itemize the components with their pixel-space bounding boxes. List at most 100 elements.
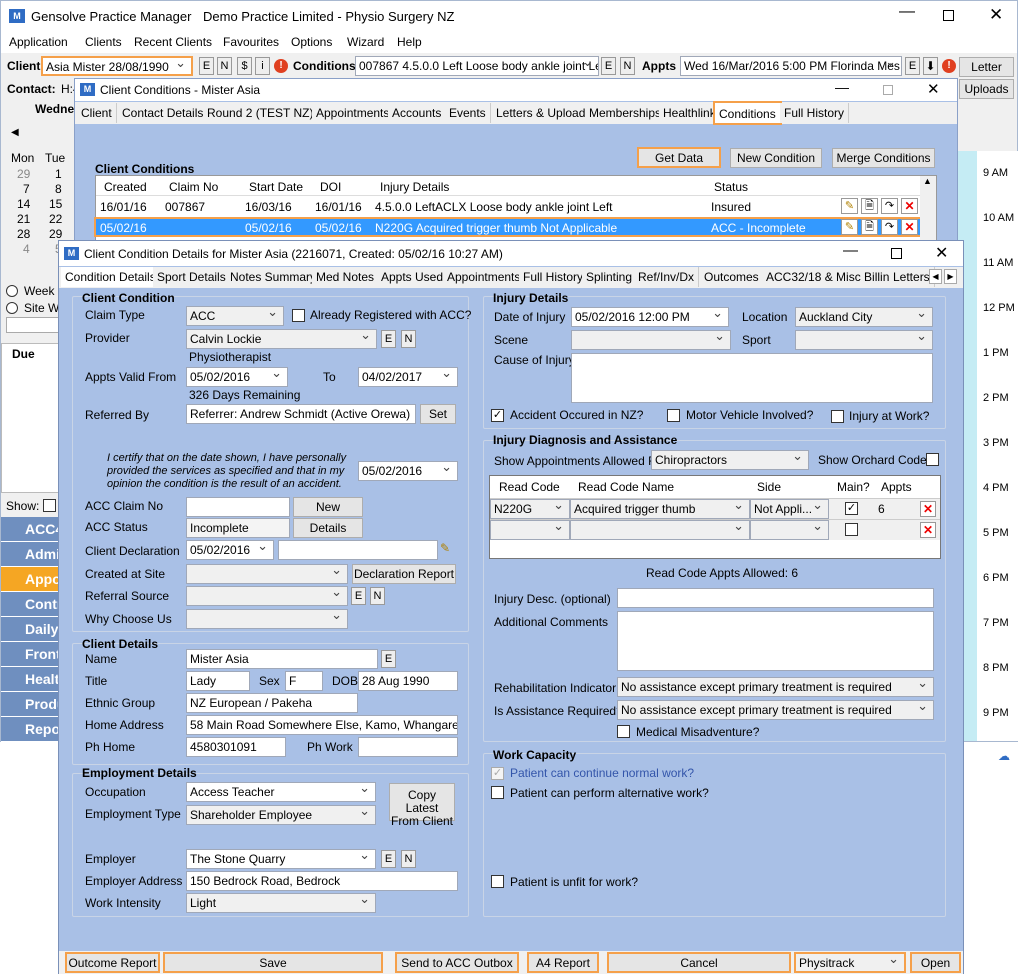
ethnic-group-input[interactable]: NZ European / Pakeha bbox=[186, 693, 358, 713]
appts-select[interactable]: Wed 16/Mar/2016 5:00 PM Florinda Mes bbox=[680, 56, 902, 76]
read-code-select[interactable]: N220G bbox=[490, 499, 570, 519]
acc-claim-no-input[interactable] bbox=[186, 497, 290, 517]
tab-appts-used[interactable]: Appts Used bbox=[377, 267, 449, 287]
conditions-edit-button[interactable]: E bbox=[601, 57, 616, 75]
read-code-name-select[interactable]: Acquired trigger thumb bbox=[570, 499, 750, 519]
sidebar-daily[interactable]: Daily bbox=[1, 617, 59, 642]
sex-input[interactable]: F bbox=[285, 671, 323, 691]
declaration-date[interactable]: 05/02/2016 bbox=[186, 540, 274, 560]
sidebar-admin[interactable]: Admi bbox=[1, 542, 60, 567]
client-select[interactable]: Asia Mister 28/08/1990 bbox=[41, 56, 193, 76]
employer-address-input[interactable]: 150 Bedrock Road, Bedrock bbox=[186, 871, 458, 891]
ph-work-input[interactable] bbox=[358, 737, 458, 757]
tab-notes-summary[interactable]: Notes Summary bbox=[226, 267, 322, 287]
status-details-button[interactable]: Details bbox=[293, 518, 363, 538]
tab-outcomes[interactable]: Outcomes bbox=[700, 267, 764, 287]
menu-recent-clients[interactable]: Recent Clients bbox=[134, 35, 212, 49]
tab-events[interactable]: Events bbox=[445, 103, 491, 123]
close-icon[interactable]: ✕ bbox=[935, 243, 948, 263]
cal-day[interactable]: 14 bbox=[17, 197, 30, 211]
col-injury-details[interactable]: Injury Details bbox=[380, 180, 449, 194]
table-row[interactable]: N220G Acquired trigger thumb Not Appli..… bbox=[490, 498, 940, 519]
sport-select[interactable] bbox=[795, 330, 933, 350]
employment-type-select[interactable]: Shareholder Employee bbox=[186, 805, 376, 825]
col-start-date[interactable]: Start Date bbox=[249, 180, 303, 194]
tab-appointments[interactable]: Appointments bbox=[312, 103, 395, 123]
sidebar-front[interactable]: Front bbox=[1, 642, 61, 667]
cal-day[interactable]: 4 bbox=[23, 242, 30, 256]
side-select[interactable]: Not Appli... bbox=[750, 499, 829, 519]
delete-icon[interactable]: ✕ bbox=[920, 522, 936, 538]
alert-icon[interactable]: ! bbox=[274, 59, 288, 73]
tab-splinting[interactable]: Splinting bbox=[582, 267, 638, 287]
minimize-icon[interactable]: — bbox=[899, 3, 915, 21]
medical-misadventure-checkbox[interactable] bbox=[617, 725, 630, 738]
pencil-icon[interactable]: ✎ bbox=[440, 541, 450, 555]
table-row-selected[interactable]: 05/02/16 05/02/16 05/02/16 N220G Acquire… bbox=[94, 217, 922, 237]
ph-home-input[interactable]: 4580301091 bbox=[186, 737, 286, 757]
sidebar-acc[interactable]: ACC4 bbox=[1, 517, 63, 542]
tab-accounts[interactable]: Accounts bbox=[388, 103, 447, 123]
client-edit-button[interactable]: E bbox=[199, 57, 214, 75]
tab-med-notes[interactable]: Med Notes bbox=[312, 267, 380, 287]
alternative-work-checkbox[interactable] bbox=[491, 786, 504, 799]
save-button[interactable]: Save bbox=[163, 952, 383, 973]
additional-comments-textarea[interactable] bbox=[617, 611, 934, 671]
tab-full-history[interactable]: Full History bbox=[519, 267, 589, 287]
cal-day[interactable]: 7 bbox=[23, 182, 30, 196]
home-address-input[interactable]: 58 Main Road Somewhere Else, Kamo, Whang… bbox=[186, 715, 458, 735]
cal-day[interactable]: 28 bbox=[17, 227, 30, 241]
claim-type-select[interactable]: ACC bbox=[186, 306, 284, 326]
sidebar-appointments[interactable]: Appo bbox=[1, 567, 61, 592]
tab-appointments[interactable]: Appointments bbox=[443, 267, 526, 287]
employer-new-button[interactable]: N bbox=[401, 850, 416, 868]
menu-favourites[interactable]: Favourites bbox=[223, 35, 279, 49]
main-checkbox[interactable] bbox=[845, 523, 858, 536]
redo-icon[interactable]: ↷ bbox=[881, 198, 898, 214]
delete-icon[interactable]: ✕ bbox=[920, 501, 936, 517]
sidebar-contracts[interactable]: Contr bbox=[1, 592, 62, 617]
unfit-for-work-checkbox[interactable] bbox=[491, 875, 504, 888]
client-account-button[interactable]: $ bbox=[237, 57, 252, 75]
close-icon[interactable]: ✕ bbox=[927, 80, 940, 98]
a4-report-button[interactable]: A4 Report bbox=[527, 952, 599, 973]
read-code-select[interactable] bbox=[490, 520, 570, 540]
show-orchard-codes-checkbox[interactable] bbox=[926, 453, 939, 466]
cancel-button[interactable]: Cancel bbox=[607, 952, 791, 973]
maximize-icon[interactable] bbox=[891, 248, 902, 259]
pencil-icon[interactable]: ✎ bbox=[841, 198, 858, 214]
tab-client[interactable]: Client bbox=[77, 103, 117, 123]
valid-to-date[interactable]: 04/02/2017 bbox=[358, 367, 458, 387]
acc-status-input[interactable]: Incomplete bbox=[186, 518, 290, 538]
client-info-button[interactable]: i bbox=[255, 57, 270, 75]
cal-day[interactable]: 15 bbox=[49, 197, 62, 211]
get-data-button[interactable]: Get Data bbox=[637, 147, 721, 168]
table-row[interactable]: ✕ bbox=[490, 519, 940, 540]
motor-vehicle-checkbox[interactable] bbox=[667, 409, 680, 422]
new-condition-button[interactable]: New Condition bbox=[730, 148, 822, 168]
conditions-new-button[interactable]: N bbox=[620, 57, 635, 75]
created-at-site-select[interactable] bbox=[186, 564, 348, 584]
week-radio[interactable] bbox=[6, 285, 18, 297]
name-edit-button[interactable]: E bbox=[381, 650, 396, 668]
document-icon[interactable]: 🗎 bbox=[861, 219, 878, 235]
valid-from-date[interactable]: 05/02/2016 bbox=[186, 367, 288, 387]
maximize-icon[interactable] bbox=[883, 85, 893, 95]
filter-input[interactable] bbox=[6, 317, 66, 333]
referred-by-input[interactable]: Referrer: Andrew Schmidt (Active Orewa) bbox=[186, 404, 416, 424]
minimize-icon[interactable]: — bbox=[835, 79, 849, 95]
copy-latest-from-client-button[interactable]: Copy Latest From Client bbox=[389, 783, 455, 828]
sidebar-health[interactable]: Healt bbox=[1, 667, 59, 692]
employer-edit-button[interactable]: E bbox=[381, 850, 396, 868]
sidebar-products[interactable]: Produ bbox=[1, 692, 65, 717]
pencil-icon[interactable]: ✎ bbox=[841, 219, 858, 235]
tab-scroll-right-icon[interactable]: ▶ bbox=[944, 269, 957, 284]
site-week-radio[interactable] bbox=[6, 302, 18, 314]
outcome-report-button[interactable]: Outcome Report bbox=[65, 952, 160, 973]
menu-wizard[interactable]: Wizard bbox=[347, 35, 384, 49]
conditions-select[interactable]: 007867 4.5.0.0 Left Loose body ankle joi… bbox=[355, 56, 599, 76]
physitrack-select[interactable]: Physitrack bbox=[794, 952, 906, 973]
appts-alert-icon[interactable]: ! bbox=[942, 59, 956, 73]
cal-day[interactable]: 22 bbox=[49, 212, 62, 226]
tab-conditions[interactable]: Conditions bbox=[713, 101, 782, 125]
